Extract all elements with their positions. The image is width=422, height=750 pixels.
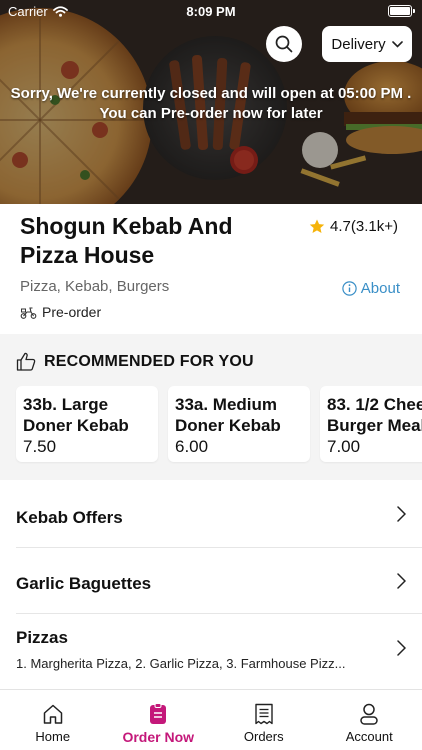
closed-notice-line2: You can Pre-order now for later bbox=[99, 105, 323, 122]
star-icon bbox=[309, 219, 325, 233]
restaurant-name-line2: Pizza House bbox=[20, 242, 155, 268]
tab-label: Order Now bbox=[122, 729, 195, 745]
item-name-line1: 83. 1/2 Chee bbox=[327, 395, 422, 414]
item-price: 7.00 bbox=[327, 437, 361, 456]
order-icon bbox=[150, 703, 167, 724]
preorder-label: Pre-order bbox=[42, 304, 102, 320]
restaurant-name-line1: Shogun Kebab And bbox=[20, 213, 233, 239]
cuisine-list: Pizza, Kebab, Burgers bbox=[20, 278, 170, 295]
item-name-line2: Doner Kebab bbox=[175, 416, 281, 435]
category-row-pizzas[interactable]: Pizzas 1. Margherita Pizza, 2. Garlic Pi… bbox=[16, 614, 422, 689]
restaurant-info: Shogun Kebab And Pizza House 4.7(3.1k+) … bbox=[0, 204, 422, 334]
item-name-line1: 33a. Medium bbox=[175, 395, 278, 414]
closed-notice-line1: Sorry, We're currently closed and will o… bbox=[10, 85, 412, 102]
tab-label: Home bbox=[35, 729, 71, 744]
recommended-header: RECOMMENDED FOR YOU bbox=[16, 352, 254, 371]
app-screen: Carrier 8:09 PM Delivery Sorry, We're cu… bbox=[0, 0, 422, 750]
person-icon bbox=[360, 703, 378, 725]
search-icon bbox=[275, 35, 293, 53]
recommended-item-card[interactable]: 33b. Large Doner Kebab 7.50 bbox=[16, 386, 158, 462]
tab-label: Orders bbox=[243, 729, 284, 744]
chevron-right-icon bbox=[397, 506, 406, 522]
item-price: 7.50 bbox=[23, 437, 57, 456]
recommended-section: RECOMMENDED FOR YOU 33b. Large Doner Keb… bbox=[0, 334, 422, 480]
chevron-right-icon bbox=[397, 573, 406, 589]
category-row-kebab-offers[interactable]: Kebab Offers bbox=[16, 482, 422, 548]
scooter-icon bbox=[20, 306, 37, 319]
tab-account[interactable]: Account bbox=[317, 690, 422, 750]
chevron-down-icon bbox=[391, 40, 403, 48]
rating-value: 4.7(3.1k+) bbox=[330, 218, 398, 235]
rating-badge[interactable]: 4.7(3.1k+) bbox=[309, 218, 398, 235]
category-row-garlic-baguettes[interactable]: Garlic Baguettes bbox=[16, 548, 422, 614]
about-label: About bbox=[360, 280, 400, 297]
about-link[interactable]: About bbox=[342, 280, 400, 297]
tab-home[interactable]: Home bbox=[0, 690, 106, 750]
closed-notice: Sorry, We're currently closed and will o… bbox=[0, 84, 422, 124]
chevron-right-icon bbox=[397, 640, 406, 656]
recommended-title: RECOMMENDED FOR YOU bbox=[44, 352, 254, 370]
item-name-line2: Burger Meal bbox=[327, 416, 422, 435]
tab-orders[interactable]: Orders bbox=[211, 690, 317, 750]
delivery-mode-label: Delivery bbox=[331, 35, 386, 53]
delivery-mode-dropdown[interactable]: Delivery bbox=[322, 26, 412, 62]
restaurant-name: Shogun Kebab And Pizza House bbox=[20, 212, 290, 270]
battery-icon bbox=[388, 5, 415, 17]
item-name-line2: Doner Kebab bbox=[23, 416, 129, 435]
item-name-line1: 33b. Large bbox=[23, 395, 109, 414]
tab-label: Account bbox=[345, 729, 393, 744]
thumbs-up-icon bbox=[16, 352, 36, 371]
bottom-tab-bar: Home Order Now Orders Account bbox=[0, 689, 422, 750]
tab-order-now[interactable]: Order Now bbox=[106, 690, 212, 750]
status-bar: Carrier 8:09 PM bbox=[0, 0, 422, 24]
preorder-indicator: Pre-order bbox=[20, 304, 101, 320]
info-icon bbox=[342, 281, 357, 296]
home-icon bbox=[43, 704, 62, 724]
search-button[interactable] bbox=[266, 26, 302, 62]
clock: 8:09 PM bbox=[186, 4, 236, 19]
category-title: Kebab Offers bbox=[16, 508, 123, 527]
category-title: Pizzas bbox=[16, 628, 68, 647]
recommended-carousel[interactable]: 33b. Large Doner Kebab 7.50 33a. Medium … bbox=[16, 386, 422, 462]
hero-banner: Carrier 8:09 PM Delivery Sorry, We're cu… bbox=[0, 0, 422, 204]
category-subtitle: 1. Margherita Pizza, 2. Garlic Pizza, 3.… bbox=[16, 656, 346, 671]
receipt-icon bbox=[255, 703, 273, 725]
item-price: 6.00 bbox=[175, 437, 209, 456]
recommended-item-card[interactable]: 33a. Medium Doner Kebab 6.00 bbox=[168, 386, 310, 462]
category-title: Garlic Baguettes bbox=[16, 574, 152, 593]
recommended-item-card[interactable]: 83. 1/2 Chee Burger Meal 7.00 bbox=[320, 386, 422, 462]
